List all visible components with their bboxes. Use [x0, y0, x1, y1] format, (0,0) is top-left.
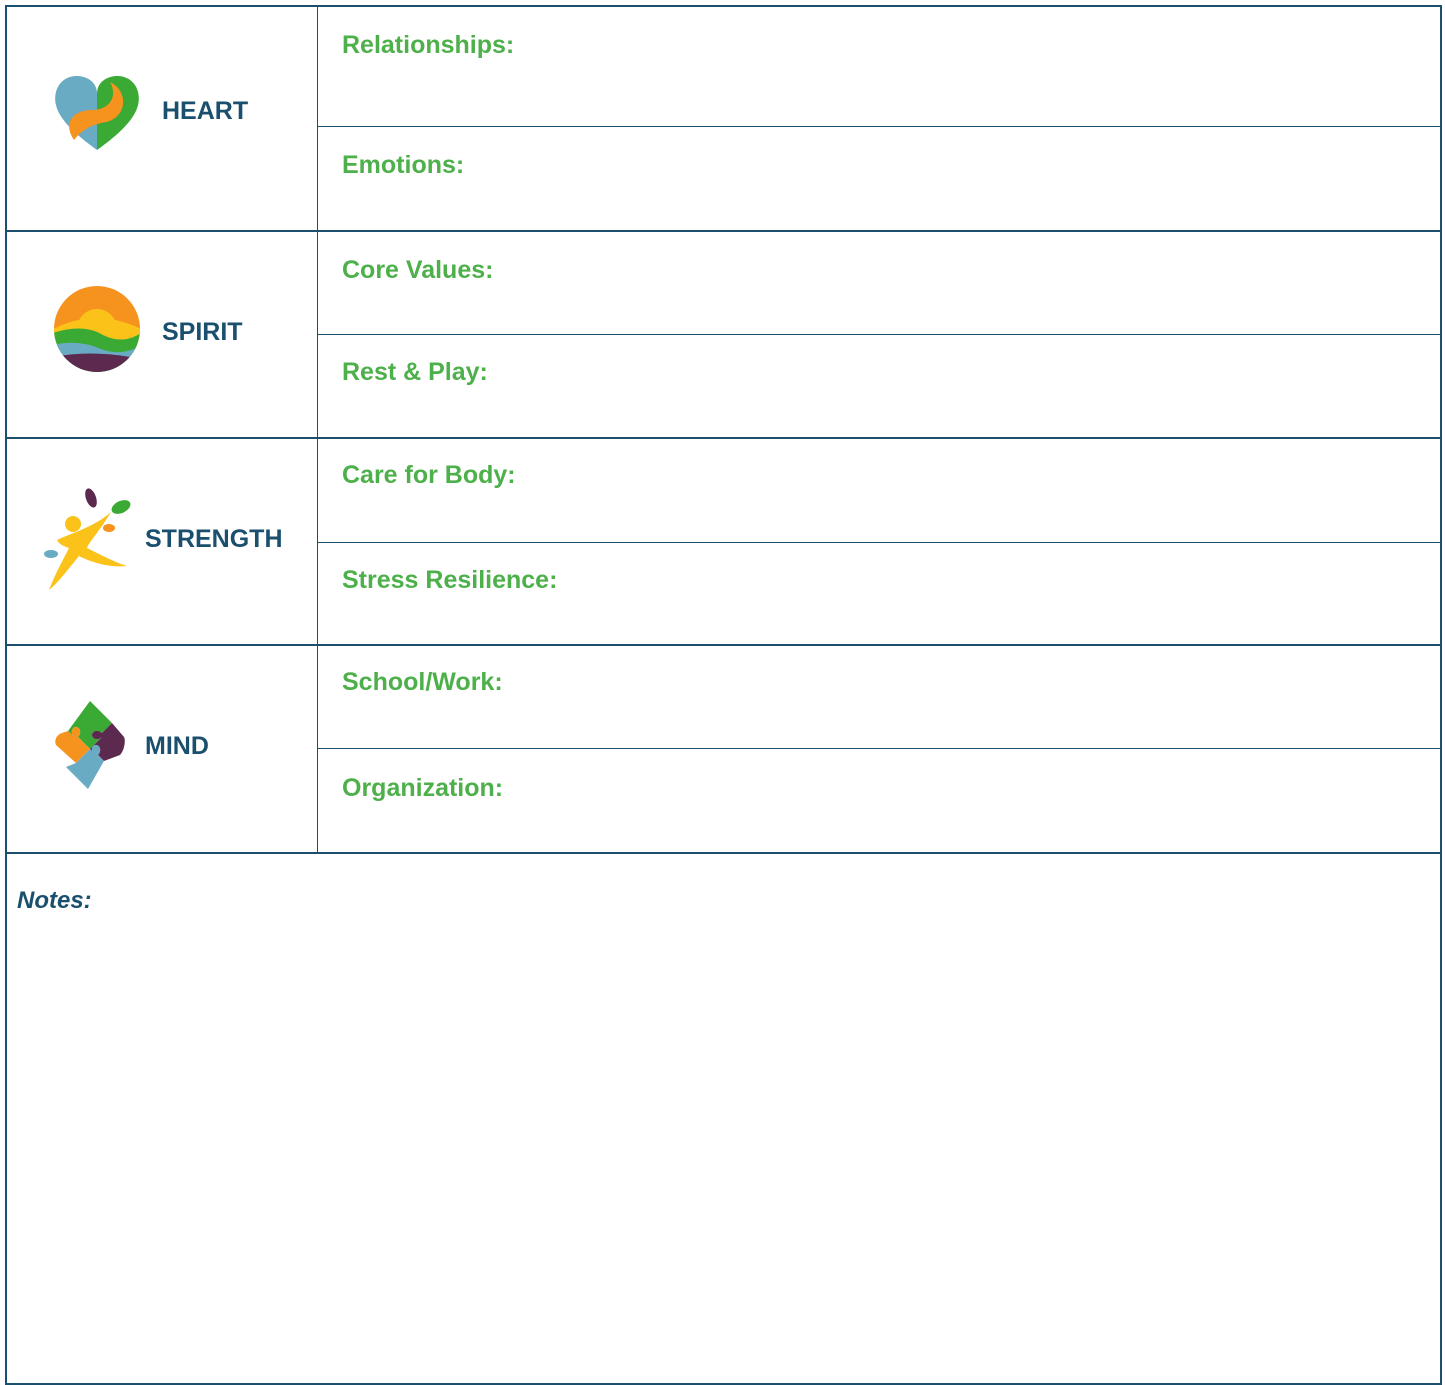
leaping-figure-icon	[44, 488, 131, 590]
fields-mind: School/Work: Organization:	[318, 644, 1440, 852]
field-label-stress-resilience: Stress Resilience:	[342, 566, 558, 594]
puzzle-pieces-icon	[55, 701, 125, 789]
fields-spirit: Core Values: Rest & Play:	[318, 230, 1440, 437]
field-label-care-for-body: Care for Body:	[342, 461, 516, 489]
fields-heart: Relationships: Emotions:	[318, 7, 1440, 230]
field-school-work[interactable]: School/Work:	[318, 644, 1440, 749]
wellness-sheet: HEART Relationships: Emotions: SPIRIT Co…	[5, 5, 1442, 1385]
field-emotions[interactable]: Emotions:	[318, 128, 1440, 230]
field-label-school-work: School/Work:	[342, 668, 503, 696]
domain-label-mind: MIND	[145, 732, 209, 760]
fields-strength: Care for Body: Stress Resilience:	[318, 437, 1440, 644]
field-label-organization: Organization:	[342, 774, 504, 802]
domain-cell-strength: STRENGTH	[7, 437, 318, 644]
domain-cell-mind: MIND	[7, 644, 318, 852]
section-heart: HEART Relationships: Emotions:	[7, 7, 1440, 232]
field-relationships[interactable]: Relationships:	[318, 7, 1440, 127]
field-label-core-values: Core Values:	[342, 256, 494, 284]
field-label-relationships: Relationships:	[342, 31, 515, 59]
notes-area[interactable]	[7, 854, 1440, 1383]
notes-label: Notes:	[17, 887, 92, 914]
domain-cell-heart: HEART	[7, 7, 318, 230]
domain-label-spirit: SPIRIT	[162, 318, 243, 346]
section-spirit: SPIRIT Core Values: Rest & Play:	[7, 230, 1440, 439]
field-label-emotions: Emotions:	[342, 151, 465, 179]
field-organization[interactable]: Organization:	[318, 748, 1440, 852]
field-label-rest-play: Rest & Play:	[342, 358, 488, 386]
section-strength: STRENGTH Care for Body: Stress Resilienc…	[7, 437, 1440, 646]
domain-cell-spirit: SPIRIT	[7, 230, 318, 437]
domain-label-heart: HEART	[162, 97, 249, 125]
sunrise-hills-icon	[54, 286, 140, 372]
domain-label-strength: STRENGTH	[145, 525, 283, 553]
heart-yinyang-icon	[55, 76, 139, 150]
field-stress-resilience[interactable]: Stress Resilience:	[318, 542, 1440, 644]
field-rest-play[interactable]: Rest & Play:	[318, 334, 1440, 437]
field-core-values[interactable]: Core Values:	[318, 230, 1440, 335]
section-mind: MIND School/Work: Organization:	[7, 644, 1440, 854]
field-care-for-body[interactable]: Care for Body:	[318, 437, 1440, 543]
